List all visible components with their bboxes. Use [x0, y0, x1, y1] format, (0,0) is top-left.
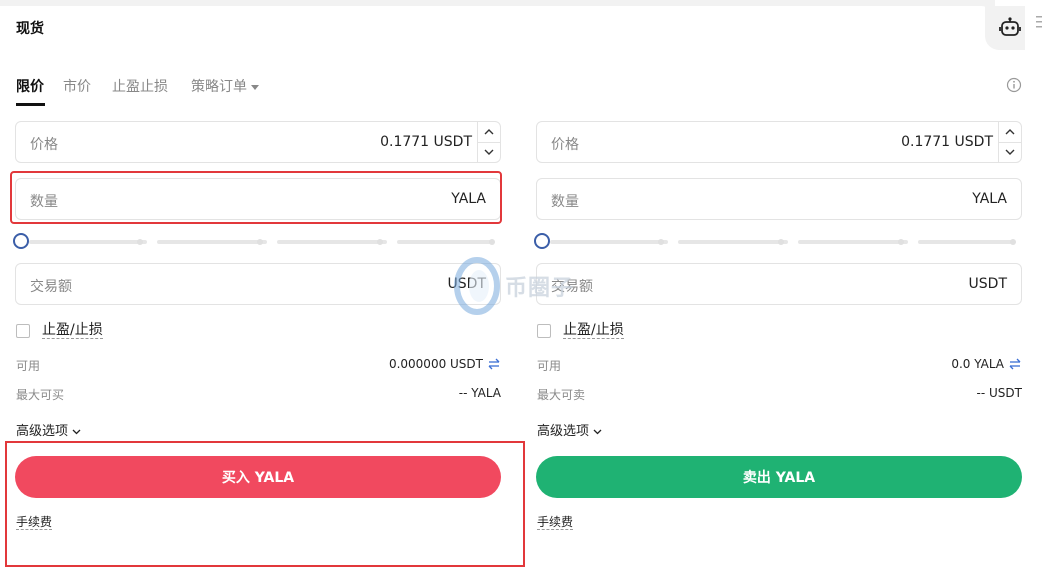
buy-quantity-field[interactable]: 数量 YALA	[15, 178, 501, 220]
sell-percent-slider[interactable]	[534, 232, 1018, 252]
menu-dots-icon[interactable]	[1035, 14, 1043, 30]
tab-market[interactable]: 市价	[63, 76, 91, 96]
tab-strategy-label: 策略订单	[191, 79, 247, 95]
sell-price-field[interactable]: 价格 0.1771 USDT	[536, 121, 1022, 163]
sell-price-stepper	[998, 122, 1021, 162]
sell-button[interactable]: 卖出 YALA	[536, 456, 1022, 498]
buy-advanced-options[interactable]: 高级选项	[16, 420, 81, 439]
sell-advanced-label: 高级选项	[537, 424, 590, 439]
buy-price-stepper	[477, 122, 500, 162]
buy-tpsl-checkbox[interactable]	[16, 324, 30, 338]
sell-quantity-label: 数量	[551, 194, 579, 210]
sell-max-value: -- USDT	[976, 386, 1022, 400]
buy-max-label: 最大可买	[16, 388, 65, 402]
buy-percent-slider[interactable]	[13, 232, 497, 252]
tab-strategy[interactable]: 策略订单	[191, 76, 259, 96]
sell-amount-unit: USDT	[968, 276, 1007, 292]
chevron-down-icon	[484, 149, 494, 155]
chevron-up-icon	[1005, 129, 1015, 135]
robot-icon[interactable]	[999, 17, 1021, 39]
buy-price-up-button[interactable]	[478, 122, 500, 143]
buy-tpsl-label[interactable]: 止盈/止损	[42, 322, 103, 339]
buy-slider-thumb[interactable]	[13, 233, 29, 249]
tab-limit[interactable]: 限价	[16, 76, 44, 96]
buy-quantity-unit: YALA	[451, 191, 486, 207]
buy-max-value: -- YALA	[458, 386, 501, 400]
swap-icon[interactable]	[487, 357, 501, 371]
buy-fee-label[interactable]: 手续费	[16, 515, 53, 530]
panel-title: 现货	[16, 21, 44, 37]
chevron-down-icon	[72, 429, 81, 434]
sell-price-label: 价格	[551, 137, 579, 153]
buy-amount-unit: USDT	[447, 276, 486, 292]
buy-price-down-button[interactable]	[478, 142, 500, 162]
sell-price-up-button[interactable]	[999, 122, 1021, 143]
sell-max-label: 最大可卖	[537, 388, 586, 402]
tab-tpsl[interactable]: 止盈止损	[112, 76, 168, 96]
buy-price-field[interactable]: 价格 0.1771 USDT	[15, 121, 501, 163]
sell-slider-thumb[interactable]	[534, 233, 550, 249]
buy-available-value: 0.000000 USDT	[388, 357, 483, 371]
sell-fee-label[interactable]: 手续费	[537, 515, 574, 530]
sell-available-value: 0.0 YALA	[951, 357, 1004, 371]
buy-price-value: 0.1771 USDT	[380, 134, 472, 150]
buy-amount-label: 交易额	[30, 279, 72, 295]
sell-amount-label: 交易额	[551, 279, 593, 295]
caret-down-icon	[251, 84, 259, 90]
info-icon[interactable]	[1006, 77, 1022, 93]
chevron-down-icon	[593, 429, 602, 434]
sell-advanced-options[interactable]: 高级选项	[537, 420, 602, 439]
sell-amount-field[interactable]: 交易额 USDT	[536, 263, 1022, 305]
swap-icon[interactable]	[1008, 357, 1022, 371]
sell-price-value: 0.1771 USDT	[901, 134, 993, 150]
buy-advanced-label: 高级选项	[16, 424, 69, 439]
tab-active-underline	[16, 103, 45, 106]
chevron-down-icon	[1005, 149, 1015, 155]
sell-quantity-unit: YALA	[972, 191, 1007, 207]
buy-available-label: 可用	[16, 359, 41, 373]
chevron-up-icon	[484, 129, 494, 135]
buy-button[interactable]: 买入 YALA	[15, 456, 501, 498]
sell-quantity-field[interactable]: 数量 YALA	[536, 178, 1022, 220]
buy-amount-field[interactable]: 交易额 USDT	[15, 263, 501, 305]
sell-tpsl-checkbox[interactable]	[537, 324, 551, 338]
buy-price-label: 价格	[30, 137, 58, 153]
buy-quantity-label: 数量	[30, 194, 58, 210]
sell-available-label: 可用	[537, 359, 562, 373]
sell-tpsl-label[interactable]: 止盈/止损	[563, 322, 624, 339]
sell-price-down-button[interactable]	[999, 142, 1021, 162]
